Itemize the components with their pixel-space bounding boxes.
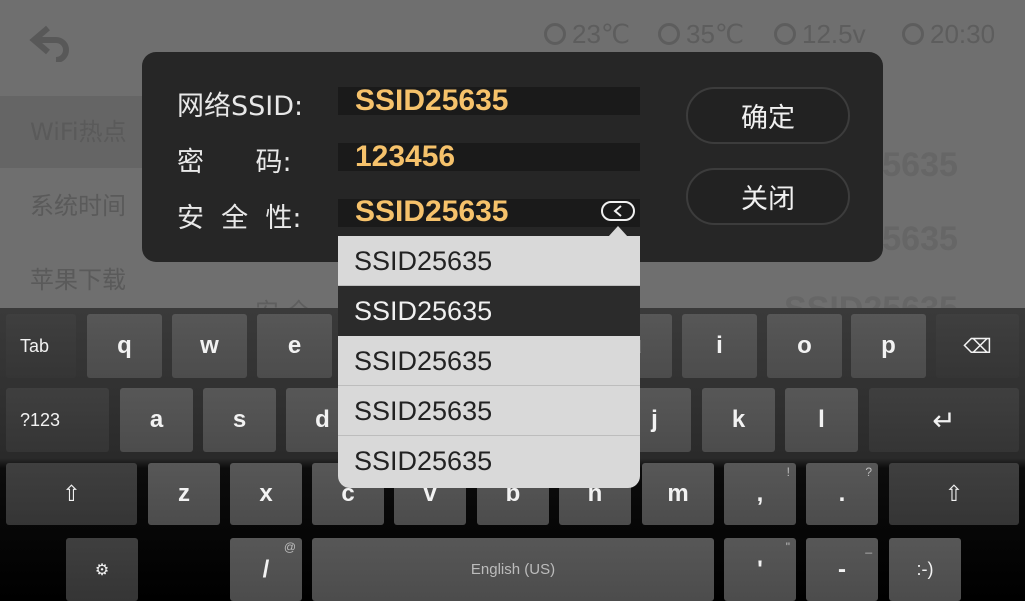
dropdown-option[interactable]: SSID25635 [338, 336, 640, 386]
close-button[interactable]: 关闭 [686, 168, 850, 225]
clock-icon [902, 23, 924, 45]
dropdown-toggle-icon[interactable] [600, 199, 636, 223]
key-comma-label: , [756, 480, 764, 507]
wifi-settings-dialog: 网络SSID: SSID25635 密 码: 123456 安 全 性: SSI… [142, 52, 883, 262]
key-period-hint: ? [865, 465, 872, 479]
indoor-temp-value: 23℃ [572, 18, 631, 49]
ssid-value[interactable]: SSID25635 [355, 84, 508, 118]
key-e[interactable]: e [257, 314, 332, 378]
key-l[interactable]: l [785, 388, 858, 452]
key-o[interactable]: o [767, 314, 842, 378]
key-comma[interactable]: , ! [724, 463, 796, 525]
outdoor-temp-value: 35℃ [686, 18, 745, 49]
key-m[interactable]: m [642, 463, 714, 525]
power-icon [774, 23, 796, 45]
key-i[interactable]: i [682, 314, 757, 378]
key-z[interactable]: z [148, 463, 220, 525]
key-period-label: . [838, 480, 846, 507]
key-shift-left[interactable]: ⇧ [6, 463, 137, 525]
password-value[interactable]: 123456 [355, 140, 455, 174]
indoor-temp-status: 23℃ [544, 18, 630, 50]
outdoor-temp-status: 35℃ [658, 18, 744, 50]
key-apostrophe[interactable]: ' " [724, 538, 796, 601]
key-space[interactable]: English (US) [312, 538, 714, 601]
thermometer-icon [544, 23, 566, 45]
key-apostrophe-label: ' [757, 555, 763, 583]
key-slash-hint: @ [283, 540, 296, 554]
key-a[interactable]: a [120, 388, 193, 452]
key-symbols[interactable]: ?123 [6, 388, 109, 452]
weather-icon [658, 23, 680, 45]
dropdown-option[interactable]: SSID25635 [338, 386, 640, 436]
key-comma-hint: ! [786, 465, 790, 479]
dropdown-option[interactable]: SSID25635 [338, 436, 640, 486]
key-slash[interactable]: / @ [230, 538, 302, 601]
voltage-value: 12.5v [802, 18, 866, 49]
time-status: 20:30 [902, 18, 995, 50]
key-apostrophe-hint: " [785, 540, 790, 554]
security-dropdown-list: SSID25635 SSID25635 SSID25635 SSID25635 … [338, 236, 640, 488]
dropdown-option-selected[interactable]: SSID25635 [338, 286, 640, 336]
key-enter[interactable]: ↵ [869, 388, 1019, 452]
key-slash-label: / [262, 555, 270, 583]
time-value: 20:30 [930, 18, 996, 49]
security-value[interactable]: SSID25635 [355, 195, 508, 229]
dropdown-option[interactable]: SSID25635 [338, 236, 640, 286]
voltage-status: 12.5v [774, 18, 866, 50]
key-tab[interactable]: Tab [6, 314, 76, 378]
confirm-button[interactable]: 确定 [686, 87, 850, 144]
key-p[interactable]: p [851, 314, 926, 378]
key-s[interactable]: s [203, 388, 276, 452]
key-x[interactable]: x [230, 463, 302, 525]
key-w[interactable]: w [172, 314, 247, 378]
key-smiley[interactable]: :-) [889, 538, 961, 601]
security-label: 安 全 性: [177, 203, 302, 234]
bg-value-security: SSID25635 [784, 290, 958, 310]
key-dash-hint: _ [865, 540, 872, 554]
key-settings-icon[interactable]: ⚙ [66, 538, 138, 601]
ssid-label: 网络SSID: [177, 91, 304, 122]
back-arrow-icon[interactable] [28, 22, 72, 62]
key-dash-label: - [838, 555, 846, 583]
key-dash[interactable]: - _ [806, 538, 878, 601]
key-shift-right[interactable]: ⇧ [889, 463, 1019, 525]
key-period[interactable]: . ? [806, 463, 878, 525]
key-k[interactable]: k [702, 388, 775, 452]
password-label: 密 码: [177, 147, 292, 178]
key-q[interactable]: q [87, 314, 162, 378]
key-backspace[interactable]: ⌫ [936, 314, 1019, 378]
